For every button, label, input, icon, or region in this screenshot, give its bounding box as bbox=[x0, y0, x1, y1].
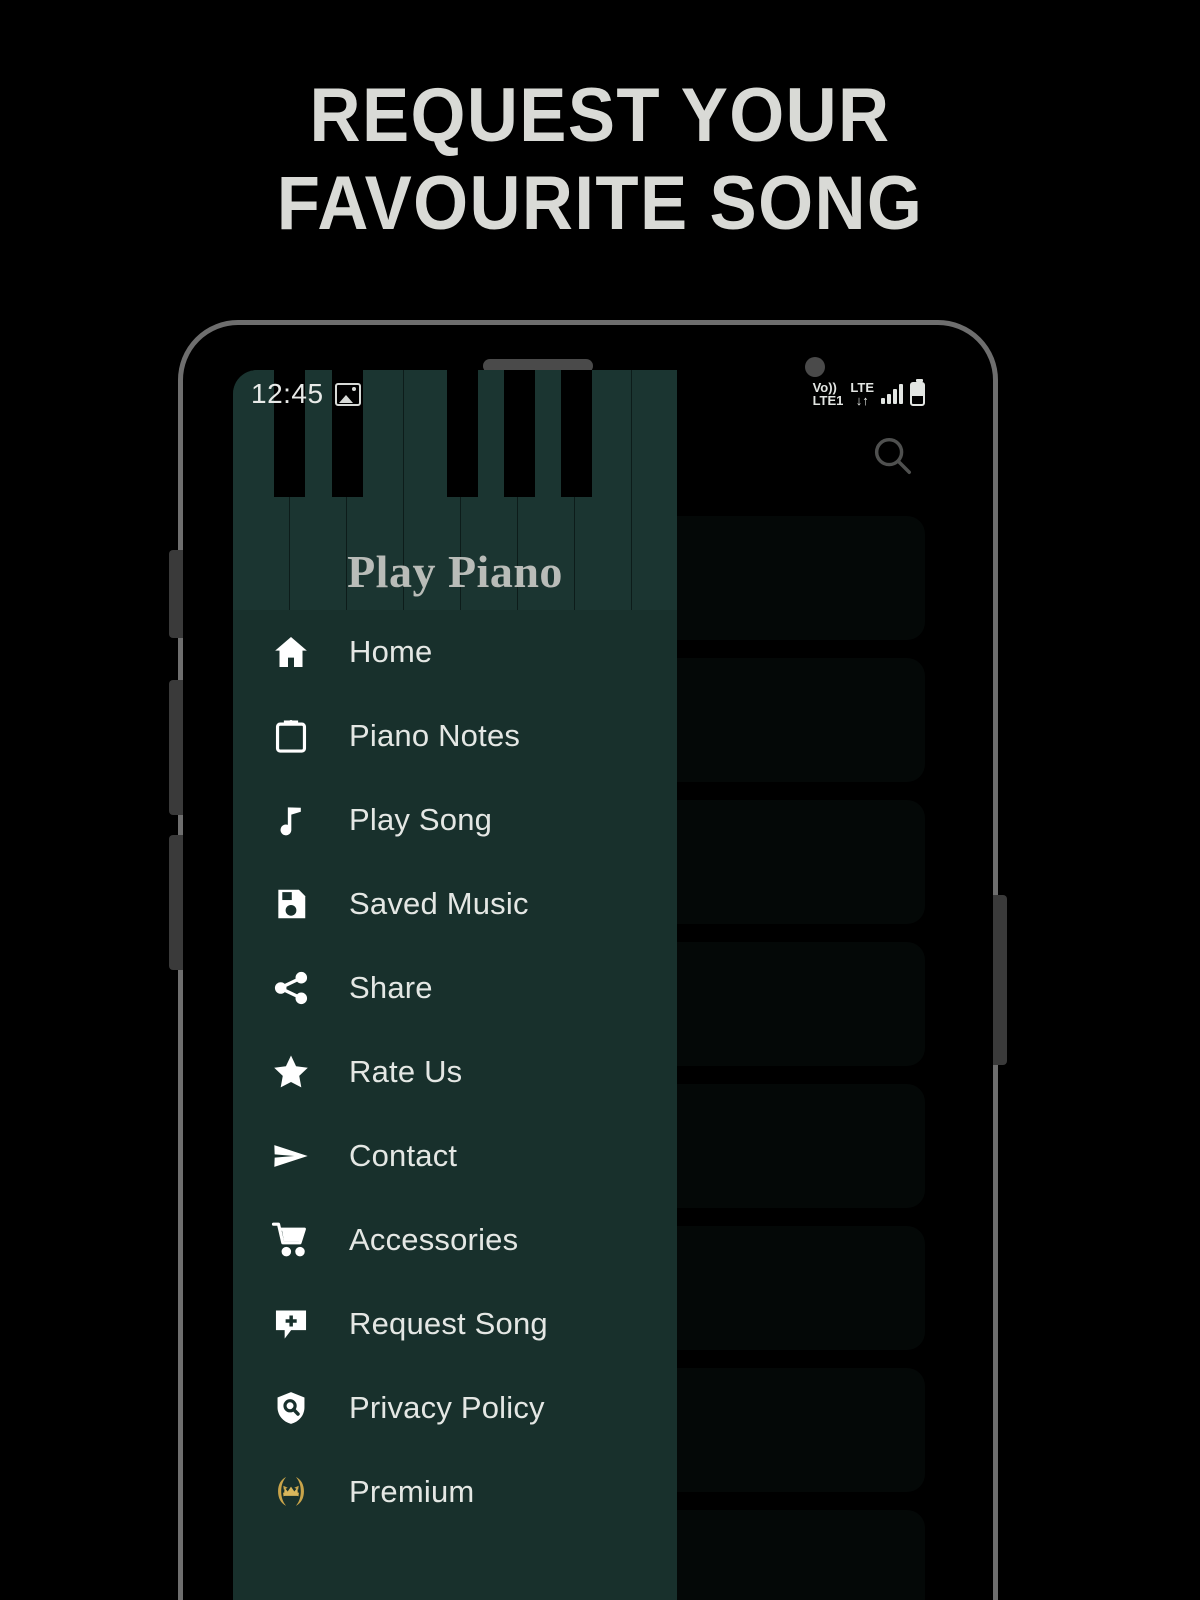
menu-item-request-song[interactable]: Request Song bbox=[233, 1282, 677, 1366]
assistant-button[interactable] bbox=[169, 835, 183, 970]
menu-item-label: Play Song bbox=[349, 802, 493, 837]
lte-indicator: LTE ↓↑ bbox=[850, 381, 874, 407]
menu-item-accessories[interactable]: Accessories bbox=[233, 1198, 677, 1282]
floppy-disk-icon bbox=[265, 878, 317, 930]
menu-item-label: Contact bbox=[349, 1138, 458, 1173]
headline-line-2: FAVOURITE SONG bbox=[276, 161, 924, 247]
shopping-cart-icon bbox=[265, 1214, 317, 1266]
music-note-icon bbox=[265, 794, 317, 846]
clipboard-icon bbox=[265, 710, 317, 762]
image-icon bbox=[334, 382, 361, 406]
status-bar: 12:45 Vo)) LTE1 LTE ↓↑ bbox=[233, 370, 943, 418]
shield-search-icon bbox=[265, 1382, 317, 1434]
menu-item-label: Piano Notes bbox=[349, 718, 521, 753]
menu-item-privacy-policy[interactable]: Privacy Policy bbox=[233, 1366, 677, 1450]
menu-item-home[interactable]: Home bbox=[233, 610, 677, 694]
menu-item-share[interactable]: Share bbox=[233, 946, 677, 1030]
menu-item-saved-music[interactable]: Saved Music bbox=[233, 862, 677, 946]
phone-frame: des, Camila eeran . Khalid) bbox=[169, 320, 1007, 1600]
share-icon bbox=[265, 962, 317, 1014]
menu-item-label: Request Song bbox=[349, 1306, 548, 1341]
menu-item-label: Share bbox=[349, 970, 433, 1005]
volte-bottom-label: LTE1 bbox=[812, 393, 844, 408]
send-icon bbox=[265, 1130, 317, 1182]
signal-bars-icon bbox=[881, 384, 903, 404]
menu-item-piano-notes[interactable]: Piano Notes bbox=[233, 694, 677, 778]
volte-indicator: Vo)) LTE1 bbox=[813, 381, 844, 407]
volume-up-button[interactable] bbox=[169, 550, 183, 638]
star-icon bbox=[265, 1046, 317, 1098]
clock: 12:45 bbox=[251, 378, 324, 409]
menu-item-label: Privacy Policy bbox=[349, 1390, 545, 1425]
home-icon bbox=[265, 626, 317, 678]
menu-item-premium[interactable]: Premium bbox=[233, 1450, 677, 1534]
menu-item-label: Rate Us bbox=[349, 1054, 463, 1089]
phone-screen: des, Camila eeran . Khalid) bbox=[233, 370, 943, 1600]
chat-plus-icon bbox=[265, 1298, 317, 1350]
laurel-crown-icon bbox=[265, 1466, 317, 1518]
battery-icon bbox=[910, 379, 925, 406]
menu-item-label: Home bbox=[349, 634, 433, 669]
status-bar-right: Vo)) LTE1 LTE ↓↑ bbox=[813, 379, 925, 407]
headline-line-1: REQUEST YOUR bbox=[309, 73, 891, 158]
status-bar-left: 12:45 bbox=[251, 378, 361, 410]
menu-item-label: Accessories bbox=[349, 1222, 519, 1257]
menu-item-label: Premium bbox=[349, 1474, 475, 1509]
navigation-drawer: Play Piano Home Piano Notes Play Song Sa… bbox=[233, 370, 677, 1600]
drawer-title: Play Piano bbox=[347, 546, 563, 597]
page-title: REQUEST YOUR FAVOURITE SONG bbox=[0, 72, 1200, 248]
power-button[interactable] bbox=[993, 895, 1007, 1065]
drawer-menu: Home Piano Notes Play Song Saved Music S… bbox=[233, 610, 677, 1534]
menu-item-label: Saved Music bbox=[349, 886, 529, 921]
menu-item-contact[interactable]: Contact bbox=[233, 1114, 677, 1198]
poster-canvas: REQUEST YOUR FAVOURITE SONG des, C bbox=[0, 0, 1200, 1600]
menu-item-rate-us[interactable]: Rate Us bbox=[233, 1030, 677, 1114]
menu-item-play-song[interactable]: Play Song bbox=[233, 778, 677, 862]
volume-down-button[interactable] bbox=[169, 680, 183, 815]
lte-data-arrows: ↓↑ bbox=[855, 393, 869, 408]
